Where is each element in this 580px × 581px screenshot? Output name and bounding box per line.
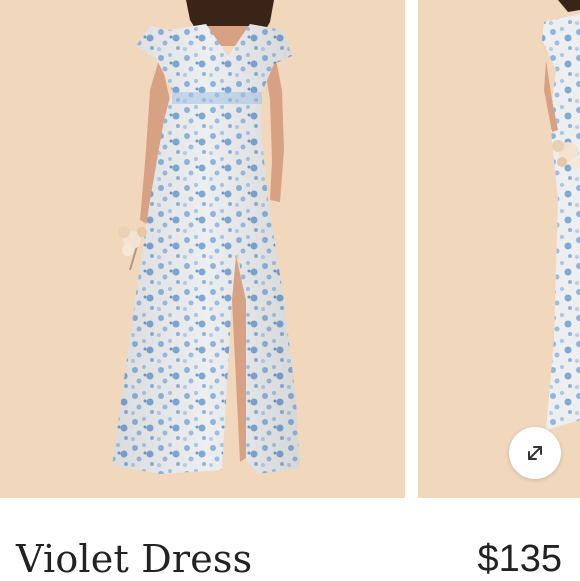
product-name: Violet Dress [16, 537, 253, 581]
product-price: $135 [477, 538, 562, 580]
product-photo-next[interactable] [418, 0, 580, 498]
dress-photo-illustration [112, 0, 300, 474]
product-image-gallery[interactable] [0, 0, 580, 498]
expand-image-button[interactable] [509, 427, 561, 479]
product-photo-main[interactable] [0, 0, 405, 498]
dress-photo-illustration-side [542, 0, 580, 430]
expand-arrows-icon [528, 446, 542, 460]
